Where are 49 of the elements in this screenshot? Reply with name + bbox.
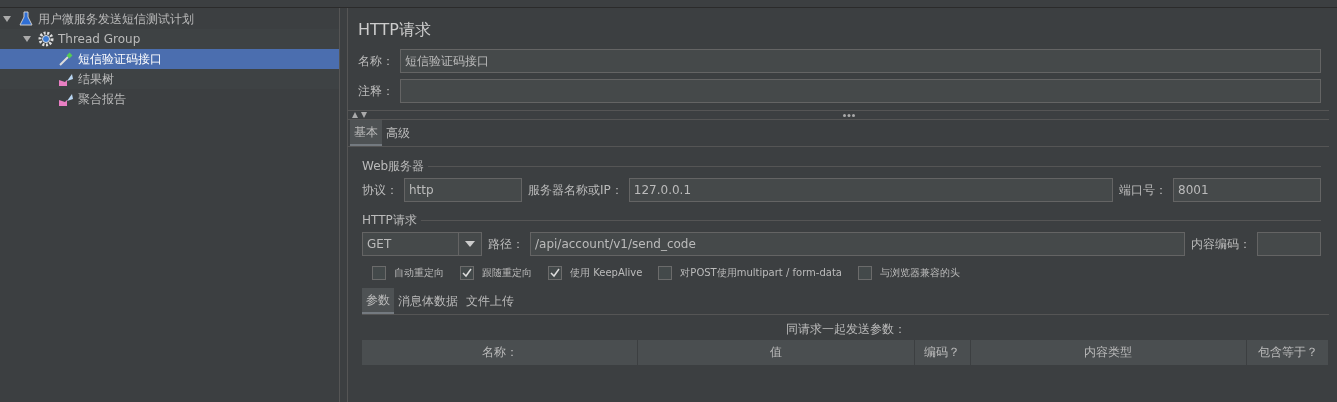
field-label: 协议： (362, 182, 398, 199)
tree-item[interactable]: 短信验证码接口 (0, 49, 339, 69)
panel-title: HTTP请求 (357, 19, 432, 41)
field-label: 内容编码： (1191, 236, 1251, 253)
section-title: Web服务器 (362, 157, 1321, 175)
tab[interactable]: 消息体数据 (394, 288, 462, 314)
field-label: 名称： (358, 53, 394, 70)
name-field[interactable]: 短信验证码接口 (400, 49, 1321, 73)
comment-field[interactable] (400, 79, 1321, 103)
tree-item[interactable]: 用户微服务发送短信测试计划 (0, 9, 339, 29)
encoding-field[interactable] (1257, 232, 1321, 256)
checkbox[interactable] (372, 265, 386, 280)
field-label: 端口号： (1119, 182, 1167, 199)
checkbox-label: 跟随重定向 (482, 266, 532, 280)
table-caption: 同请求一起发送参数： (784, 321, 907, 338)
checkbox-label: 自动重定向 (394, 266, 444, 280)
pipette-icon (58, 51, 74, 67)
checkbox-label: 与浏览器兼容的头 (879, 266, 960, 280)
checkbox[interactable] (460, 265, 474, 280)
field-label: 路径： (488, 236, 524, 253)
splitter-handle-icon (842, 113, 855, 117)
method-dropdown[interactable]: GET (362, 232, 482, 256)
tab[interactable]: 基本 (350, 120, 382, 146)
path-field[interactable]: /api/account/v1/send_code (530, 232, 1185, 256)
tab[interactable]: 文件上传 (462, 288, 518, 314)
expanded-arrow-icon[interactable] (0, 15, 14, 23)
up-down-arrows-icon (352, 112, 368, 118)
column-header[interactable]: 值 (638, 340, 915, 365)
protocol-field[interactable]: http (404, 178, 522, 202)
flask-icon (18, 11, 34, 27)
tab[interactable]: 高级 (382, 120, 414, 146)
tree-item[interactable]: 聚合报告 (0, 89, 339, 109)
column-header[interactable]: 包含等于？ (1247, 340, 1329, 365)
expanded-arrow-icon[interactable] (20, 35, 34, 43)
checkbox-label: 使用 KeepAlive (570, 266, 643, 280)
column-header[interactable]: 编码？ (914, 340, 971, 365)
gear-icon (38, 31, 54, 47)
server-field[interactable]: 127.0.0.1 (628, 178, 1113, 202)
field-label: 注释： (358, 83, 394, 100)
port-field[interactable]: 8001 (1173, 178, 1321, 202)
checkbox[interactable] (548, 265, 562, 280)
field-label: 服务器名称或IP： (528, 182, 623, 199)
checkbox[interactable] (857, 265, 872, 280)
checkbox[interactable] (658, 265, 673, 280)
column-header[interactable]: 名称： (362, 340, 638, 365)
column-header[interactable]: 内容类型 (970, 340, 1247, 365)
tab[interactable]: 参数 (362, 288, 394, 314)
checkbox-label: 对POST使用multipart / form-data (680, 266, 842, 280)
section-title: HTTP请求 (362, 211, 1321, 229)
